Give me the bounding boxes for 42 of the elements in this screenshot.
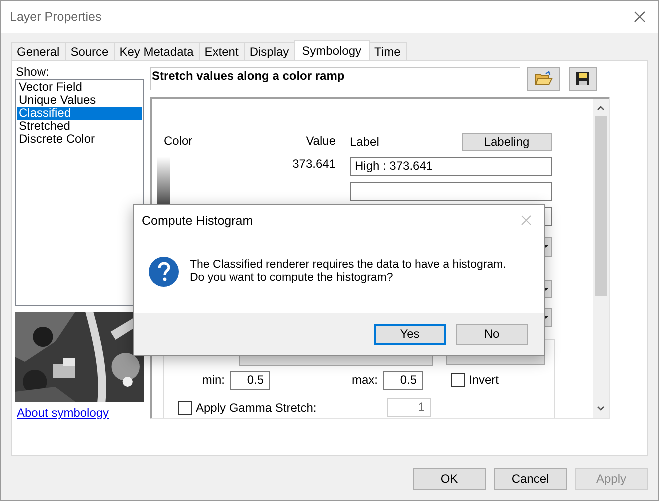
scroll-up-icon[interactable] xyxy=(597,105,605,111)
tab[interactable]: Key Metadata xyxy=(114,42,200,60)
dialog-button[interactable]: Yes xyxy=(374,324,446,344)
about-symbology-link[interactable]: About symbology xyxy=(17,406,110,420)
dialog-message: The Classified renderer requires the data to have a histogram. Do you want to compute the histogram? xyxy=(190,258,506,284)
tab[interactable]: Symbology xyxy=(294,40,370,60)
renderer-heading: Stretch values along a color ramp xyxy=(150,67,520,90)
save-button[interactable] xyxy=(569,67,597,91)
min-label: min: xyxy=(201,373,225,387)
dialog-title: Compute Histogram xyxy=(142,214,254,228)
min-field[interactable]: 0.5 xyxy=(230,370,270,390)
color-header: Color xyxy=(164,133,194,150)
close-icon[interactable] xyxy=(634,11,646,23)
invert-label: Invert xyxy=(469,373,500,387)
max-label: max: xyxy=(350,373,378,387)
scrollbar[interactable] xyxy=(593,99,609,418)
gamma-label: Apply Gamma Stretch: xyxy=(196,400,318,414)
tab[interactable]: General xyxy=(11,42,66,60)
label-field[interactable]: High : 373.641 xyxy=(350,157,552,176)
scroll-down-icon[interactable] xyxy=(597,406,605,412)
labeling-button[interactable]: Labeling xyxy=(462,132,552,150)
dialog-button[interactable]: Cancel xyxy=(494,468,567,490)
label-field[interactable] xyxy=(350,182,552,201)
dialog-button[interactable]: No xyxy=(456,324,528,344)
list-item[interactable]: Stretched xyxy=(17,120,142,133)
tab[interactable]: Time xyxy=(368,42,407,60)
dialog-button[interactable]: OK xyxy=(413,468,486,490)
show-label: Show: xyxy=(16,67,50,78)
max-field[interactable]: 0.5 xyxy=(383,370,423,390)
invert-checkbox[interactable] xyxy=(451,373,465,387)
high-value: 373.641 xyxy=(292,157,336,173)
folder-icon xyxy=(534,71,552,87)
list-item[interactable]: Vector Field xyxy=(17,81,142,94)
window-title: Layer Properties xyxy=(10,10,102,24)
tab[interactable]: Display xyxy=(244,42,296,60)
open-button[interactable] xyxy=(527,67,560,91)
list-item[interactable]: Classified xyxy=(17,107,142,120)
question-icon xyxy=(148,256,180,288)
list-item[interactable]: Discrete Color xyxy=(17,133,142,146)
list-item[interactable]: Unique Values xyxy=(17,94,142,107)
value-header: Value xyxy=(305,133,336,150)
label-header: Label xyxy=(350,134,380,150)
